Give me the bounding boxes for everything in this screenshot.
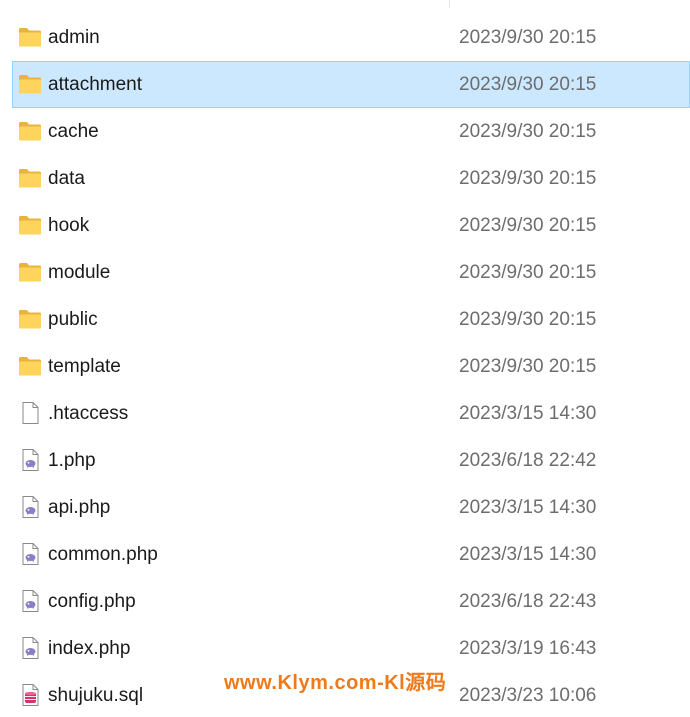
file-modified-date: 2023/6/18 22:43 <box>459 591 597 612</box>
file-name: data <box>48 168 85 189</box>
php-file-icon <box>18 590 42 612</box>
sql-file-icon <box>18 684 42 706</box>
file-modified-date: 2023/9/30 20:15 <box>459 309 597 330</box>
folder-icon <box>18 355 42 377</box>
php-file-icon <box>18 637 42 659</box>
file-modified-date: 2023/9/30 20:15 <box>459 168 597 189</box>
file-row[interactable]: config.php 2023/6/18 22:43 <box>0 578 690 625</box>
file-row[interactable]: admin 2023/9/30 20:15 <box>0 14 690 61</box>
file-name: .htaccess <box>48 403 129 424</box>
file-row[interactable]: template 2023/9/30 20:15 <box>0 343 690 390</box>
file-row[interactable]: .htaccess 2023/3/15 14:30 <box>0 390 690 437</box>
file-row[interactable]: public 2023/9/30 20:15 <box>0 296 690 343</box>
file-name: cache <box>48 121 99 142</box>
folder-icon <box>18 214 42 236</box>
folder-icon <box>18 308 42 330</box>
folder-icon <box>18 261 42 283</box>
folder-icon <box>18 120 42 142</box>
file-modified-date: 2023/3/15 14:30 <box>459 497 597 518</box>
file-modified-date: 2023/3/15 14:30 <box>459 544 597 565</box>
file-modified-date: 2023/3/19 16:43 <box>459 638 597 659</box>
file-row[interactable]: hook 2023/9/30 20:15 <box>0 202 690 249</box>
file-modified-date: 2023/9/30 20:15 <box>459 27 597 48</box>
file-row[interactable]: common.php 2023/3/15 14:30 <box>0 531 690 578</box>
file-name: shujuku.sql <box>48 685 144 706</box>
file-name: hook <box>48 215 90 236</box>
file-name: common.php <box>48 544 158 565</box>
php-file-icon <box>18 449 42 471</box>
file-name: api.php <box>48 497 111 518</box>
watermark: www.Klym.com-Kl源码 <box>224 672 447 694</box>
file-name: attachment <box>48 74 142 95</box>
file-modified-date: 2023/3/15 14:30 <box>459 403 597 424</box>
file-name: admin <box>48 27 100 48</box>
file-row[interactable]: api.php 2023/3/15 14:30 <box>0 484 690 531</box>
file-modified-date: 2023/9/30 20:15 <box>459 356 597 377</box>
file-row[interactable]: module 2023/9/30 20:15 <box>0 249 690 296</box>
file-name: 1.php <box>48 450 96 471</box>
file-modified-date: 2023/6/18 22:42 <box>459 450 597 471</box>
file-modified-date: 2023/9/30 20:15 <box>459 262 597 283</box>
file-modified-date: 2023/9/30 20:15 <box>459 121 597 142</box>
file-row[interactable]: attachment 2023/9/30 20:15 <box>12 61 690 108</box>
file-name: public <box>48 309 98 330</box>
php-file-icon <box>18 543 42 565</box>
file-row[interactable]: data 2023/9/30 20:15 <box>0 155 690 202</box>
file-name: template <box>48 356 121 377</box>
file-list: admin 2023/9/30 20:15 attachment 2023/9/30 … <box>0 14 690 717</box>
file-modified-date: 2023/9/30 20:15 <box>459 74 597 95</box>
column-divider[interactable] <box>449 0 450 8</box>
file-row[interactable]: 1.php 2023/6/18 22:42 <box>0 437 690 484</box>
folder-icon <box>18 26 42 48</box>
file-name: config.php <box>48 591 136 612</box>
file-name: index.php <box>48 638 131 659</box>
folder-icon <box>18 73 42 95</box>
file-modified-date: 2023/9/30 20:15 <box>459 215 597 236</box>
file-name: module <box>48 262 111 283</box>
file-modified-date: 2023/3/23 10:06 <box>459 685 597 706</box>
file-row[interactable]: cache 2023/9/30 20:15 <box>0 108 690 155</box>
php-file-icon <box>18 496 42 518</box>
blank-file-icon <box>18 402 42 424</box>
file-row[interactable]: index.php 2023/3/19 16:43 <box>0 625 690 672</box>
folder-icon <box>18 167 42 189</box>
